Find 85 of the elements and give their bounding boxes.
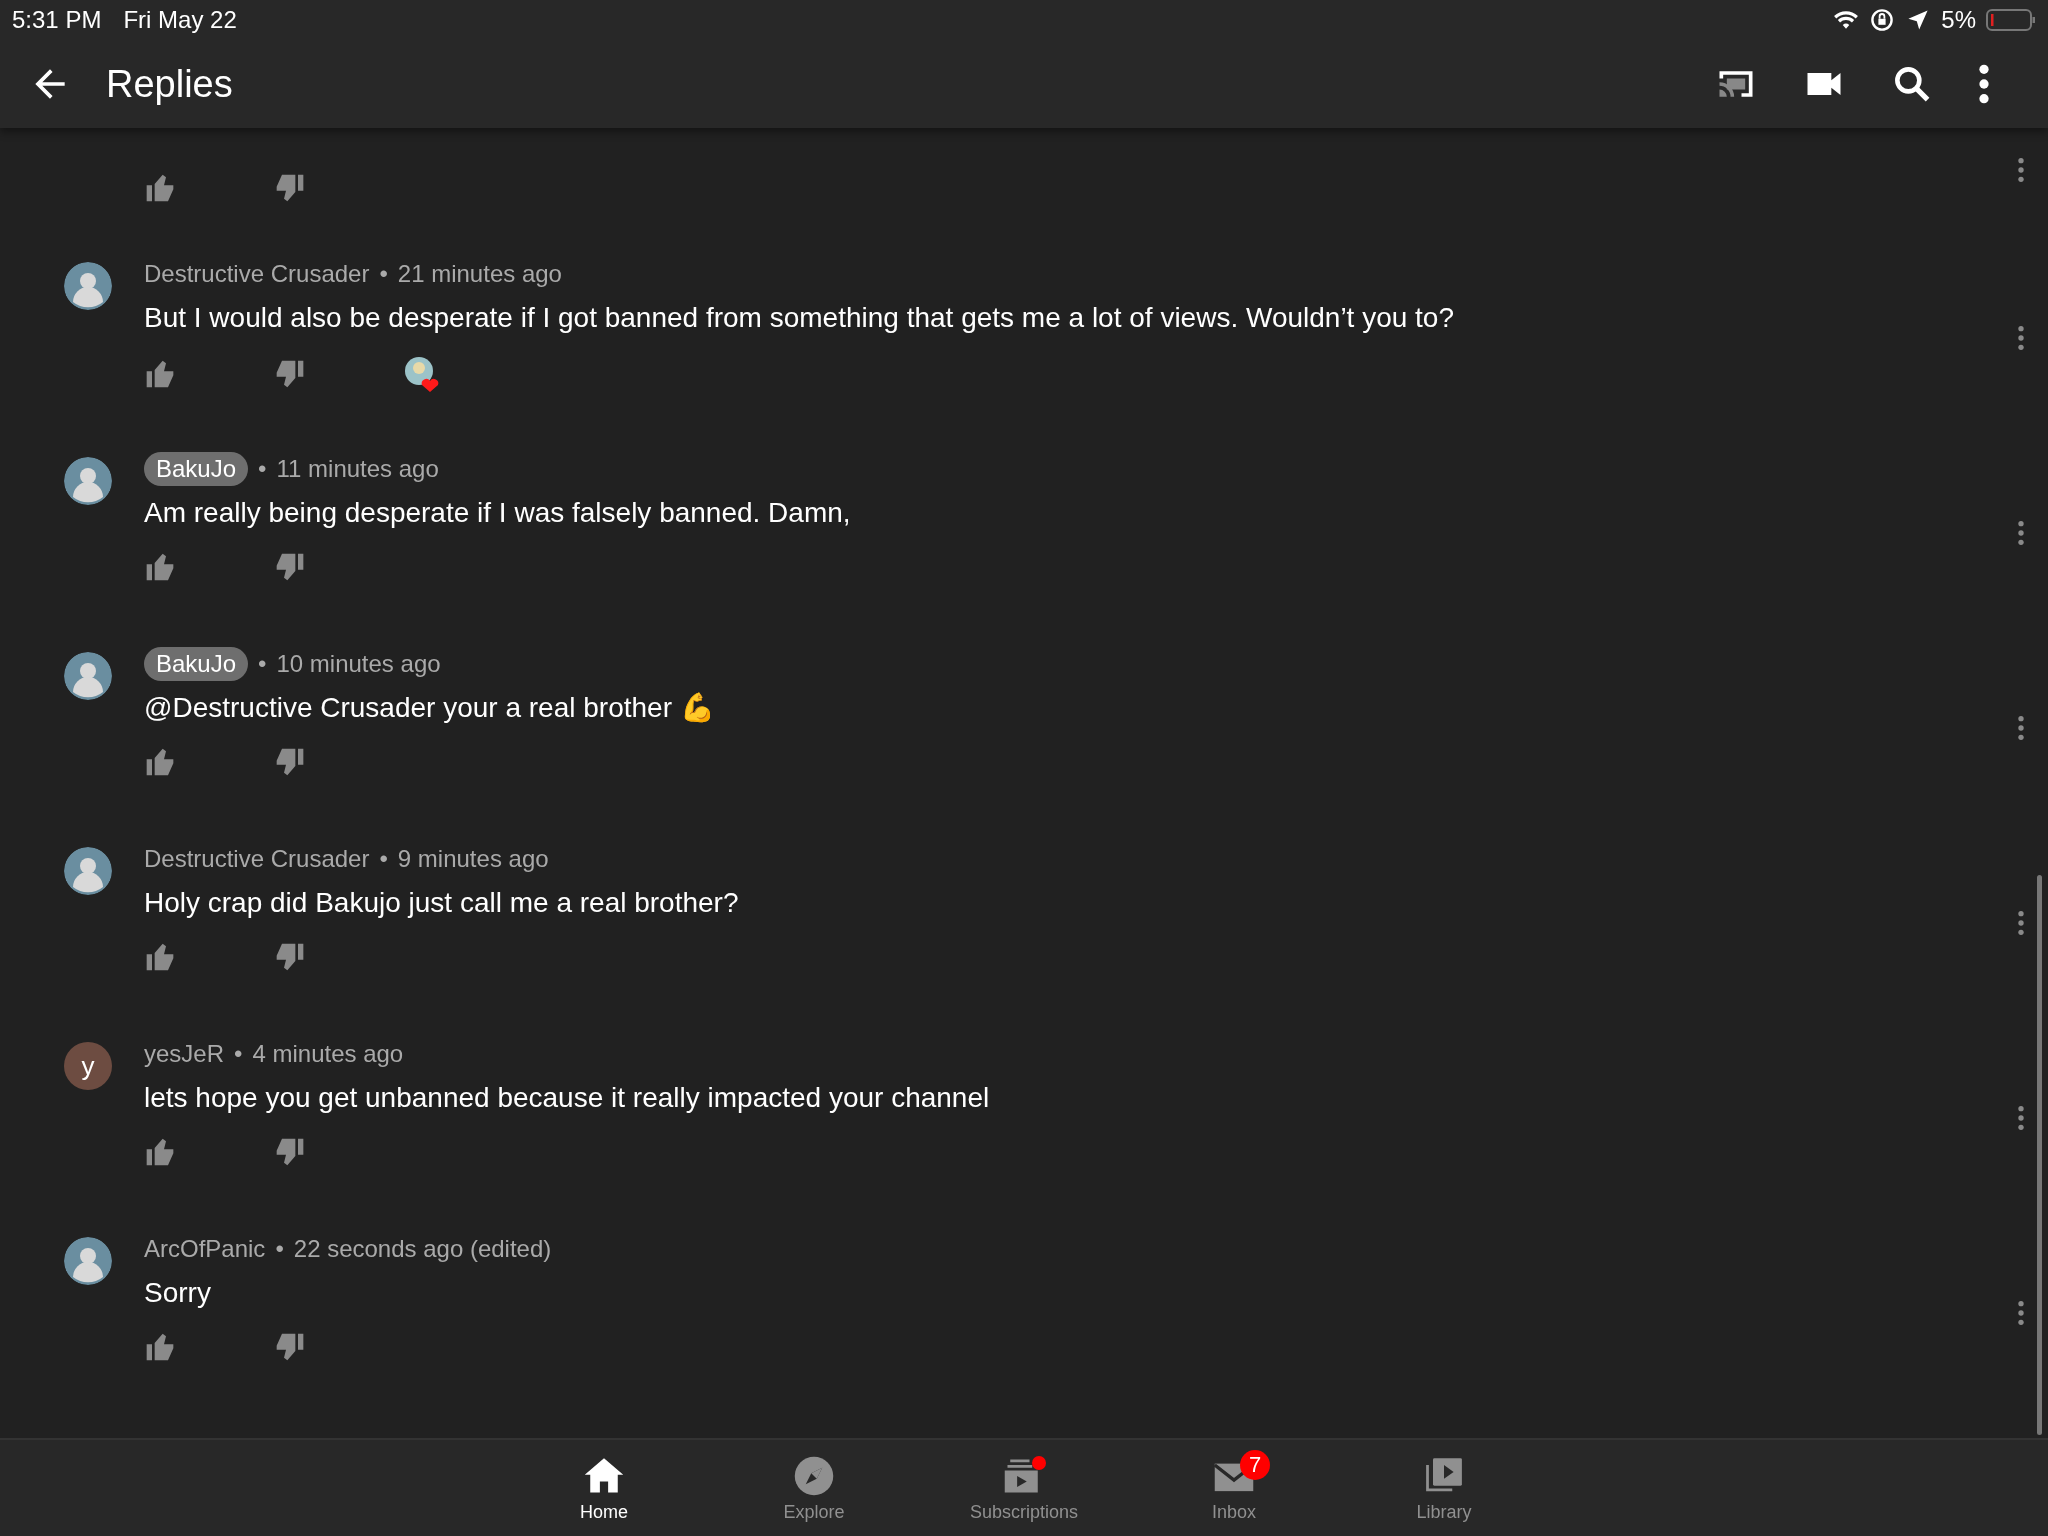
page-title: Replies bbox=[106, 62, 233, 106]
owner-badge[interactable]: BakuJo bbox=[144, 452, 249, 486]
nav-tab[interactable]: Library bbox=[1339, 1440, 1549, 1536]
comment-menu-button[interactable] bbox=[2016, 324, 2026, 352]
separator-dot: • bbox=[258, 650, 267, 678]
separator-dot: • bbox=[275, 1235, 284, 1263]
comment-time: 21 minutes ago bbox=[397, 260, 562, 288]
dislike-button[interactable] bbox=[274, 1136, 306, 1168]
thumbs-down-icon bbox=[274, 1331, 306, 1363]
more-vertical-icon bbox=[1978, 64, 1990, 104]
thumbs-up-icon bbox=[144, 1136, 176, 1168]
more-vertical-icon bbox=[2016, 714, 2026, 742]
like-button[interactable] bbox=[144, 172, 176, 204]
more-vertical-icon bbox=[2016, 324, 2026, 352]
comment-text: @Destructive Crusader your a real brother 💪 bbox=[144, 691, 716, 725]
dislike-button[interactable] bbox=[274, 551, 306, 583]
comment-text: But I would also be desperate if I got banned from something that gets me a lot of views. Wouldn’t you to? bbox=[144, 301, 1455, 335]
comment-time: 4 minutes ago bbox=[252, 1040, 404, 1068]
thumbs-down-icon bbox=[274, 551, 306, 583]
thumbs-up-icon bbox=[144, 172, 176, 204]
status-date: Fri May 22 bbox=[123, 6, 237, 34]
thumbs-up-icon bbox=[144, 941, 176, 973]
status-time: 5:31 PM bbox=[12, 6, 102, 34]
separator-dot: • bbox=[379, 845, 388, 873]
like-button[interactable] bbox=[144, 746, 176, 778]
author-name[interactable]: ArcOfPanic bbox=[144, 1235, 266, 1263]
like-button[interactable] bbox=[144, 1136, 176, 1168]
comment-text: lets hope you get unbanned because it really impacted your channel bbox=[144, 1081, 991, 1115]
more-vertical-icon bbox=[2016, 909, 2026, 937]
thumbs-down-icon bbox=[274, 172, 306, 204]
thumbs-down-icon bbox=[274, 941, 306, 973]
like-button[interactable] bbox=[144, 358, 176, 390]
separator-dot: • bbox=[234, 1040, 243, 1068]
comment-time: 22 seconds ago (edited) bbox=[293, 1235, 552, 1263]
comment-menu-button[interactable] bbox=[2016, 1299, 2026, 1327]
author-name[interactable]: yesJeR bbox=[144, 1040, 225, 1068]
thumbs-up-icon bbox=[144, 1331, 176, 1363]
author-name[interactable]: Destructive Crusader bbox=[144, 845, 370, 873]
rotation-lock-icon bbox=[1869, 8, 1896, 32]
dislike-button[interactable] bbox=[274, 941, 306, 973]
avatar-icon bbox=[64, 457, 112, 505]
comment-time: 9 minutes ago bbox=[397, 845, 549, 873]
more-vertical-icon bbox=[2016, 519, 2026, 547]
comment-menu-button[interactable] bbox=[2016, 519, 2026, 547]
more-vertical-icon bbox=[2016, 1104, 2026, 1132]
nav-tab[interactable]: Subscriptions bbox=[919, 1440, 1129, 1536]
thumbs-down-icon bbox=[274, 1136, 306, 1168]
like-button[interactable] bbox=[144, 941, 176, 973]
nav-tab[interactable]: Explore bbox=[709, 1440, 919, 1536]
comment-menu-button[interactable] bbox=[2016, 909, 2026, 937]
thumbs-down-icon bbox=[274, 358, 306, 390]
comment-menu-button[interactable] bbox=[2016, 156, 2026, 184]
comment-text: Sorry bbox=[144, 1276, 212, 1310]
battery-icon bbox=[1986, 8, 2036, 32]
owner-badge[interactable]: BakuJo bbox=[144, 647, 249, 681]
dislike-button[interactable] bbox=[274, 358, 306, 390]
author-name[interactable]: Destructive Crusader bbox=[144, 260, 370, 288]
comment-text: Am really being desperate if I was falsely banned. Damn, bbox=[144, 496, 852, 530]
nav-tab[interactable]: Home bbox=[499, 1440, 709, 1536]
avatar-icon bbox=[64, 1237, 112, 1285]
comment-menu-button[interactable] bbox=[2016, 1104, 2026, 1132]
thumbs-down-icon bbox=[274, 746, 306, 778]
dislike-button[interactable] bbox=[274, 746, 306, 778]
like-button[interactable] bbox=[144, 1331, 176, 1363]
comment-text: Holy crap did Bakujo just call me a real brother? bbox=[144, 886, 740, 920]
thumbs-up-icon bbox=[144, 746, 176, 778]
more-vertical-icon bbox=[2016, 1299, 2026, 1327]
avatar-icon bbox=[64, 652, 112, 700]
comment-menu-button[interactable] bbox=[2016, 714, 2026, 742]
avatar-letter: y bbox=[64, 1042, 112, 1090]
comment-time: 11 minutes ago bbox=[276, 455, 439, 483]
thumbs-up-icon bbox=[144, 358, 176, 390]
avatar-icon bbox=[64, 262, 112, 310]
thumbs-up-icon bbox=[144, 551, 176, 583]
comment-time: 10 minutes ago bbox=[276, 650, 441, 678]
avatar-icon bbox=[64, 847, 112, 895]
more-vertical-icon bbox=[2016, 156, 2026, 184]
battery-percent: 5% bbox=[1941, 6, 1976, 34]
separator-dot: • bbox=[258, 455, 267, 483]
dislike-button[interactable] bbox=[274, 1331, 306, 1363]
nav-tab[interactable]: 7 Inbox bbox=[1129, 1440, 1339, 1536]
notification-badge: 7 bbox=[1240, 1449, 1270, 1480]
like-button[interactable] bbox=[144, 551, 176, 583]
separator-dot: • bbox=[379, 260, 388, 288]
dislike-button[interactable] bbox=[274, 172, 306, 204]
